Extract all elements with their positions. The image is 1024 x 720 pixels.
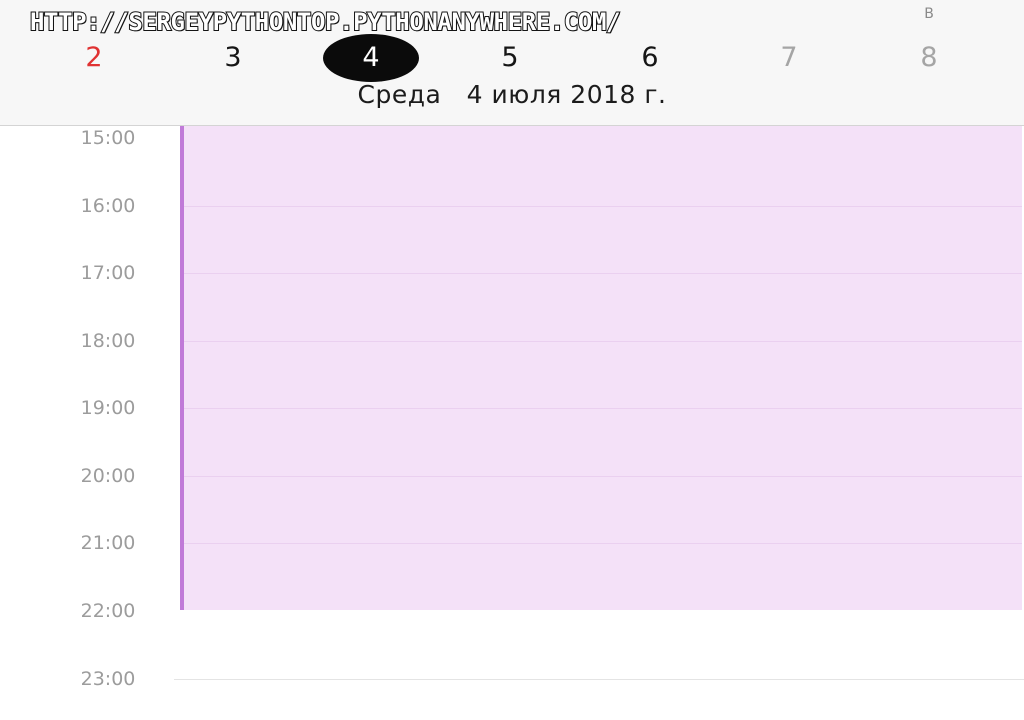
hour-label: 17:00 bbox=[80, 262, 136, 284]
hour-row: 19:00 bbox=[0, 397, 1024, 419]
hour-row: 16:00 bbox=[0, 195, 1024, 217]
hour-row: 23:00 bbox=[0, 668, 1024, 690]
day-button-3[interactable]: 3 bbox=[185, 34, 281, 82]
day-timeline[interactable]: 15:00 16:00 17:00 18:00 19:00 20:00 21:0… bbox=[0, 126, 1024, 720]
week-day-strip: 2 3 4 5 6 7 8 bbox=[0, 32, 1024, 84]
weekday-label: В bbox=[924, 6, 934, 22]
hour-label: 19:00 bbox=[80, 397, 136, 419]
day-button-4[interactable]: 4 bbox=[323, 34, 419, 82]
day-number: 3 bbox=[224, 42, 242, 73]
hour-label: 21:00 bbox=[80, 532, 136, 554]
hour-label: 20:00 bbox=[80, 465, 136, 487]
hour-gridline bbox=[174, 679, 1024, 680]
day-button-2[interactable]: 2 bbox=[46, 34, 142, 82]
day-number: 7 bbox=[780, 42, 798, 73]
hour-row: 20:00 bbox=[0, 465, 1024, 487]
hour-row: 21:00 bbox=[0, 532, 1024, 554]
hour-label: 16:00 bbox=[80, 195, 136, 217]
selected-date-title: Среда 4 июля 2018 г. bbox=[357, 80, 667, 109]
hour-label: 22:00 bbox=[80, 600, 136, 622]
hour-row: 15:00 bbox=[0, 127, 1024, 149]
calendar-app: В 2 3 4 5 6 7 8 Среда 4 июля 2018 г. HTT… bbox=[0, 0, 1024, 720]
day-number: 6 bbox=[641, 42, 659, 73]
day-number: 8 bbox=[920, 42, 938, 73]
day-button-6[interactable]: 6 bbox=[602, 34, 698, 82]
day-number: 4 bbox=[362, 42, 380, 73]
day-button-8[interactable]: 8 bbox=[881, 34, 977, 82]
url-watermark: HTTP://SERGEYPYTHONTOP.PYTHONANYWHERE.CO… bbox=[29, 7, 621, 37]
calendar-event-block[interactable] bbox=[180, 126, 1022, 610]
hour-label: 23:00 bbox=[80, 668, 136, 690]
day-button-5[interactable]: 5 bbox=[462, 34, 558, 82]
hour-label: 18:00 bbox=[80, 330, 136, 352]
day-number: 2 bbox=[85, 42, 103, 73]
hour-label: 15:00 bbox=[80, 127, 136, 149]
hour-row: 22:00 bbox=[0, 600, 1024, 622]
hour-row: 17:00 bbox=[0, 262, 1024, 284]
hour-row: 18:00 bbox=[0, 330, 1024, 352]
day-number: 5 bbox=[501, 42, 519, 73]
day-button-7[interactable]: 7 bbox=[741, 34, 837, 82]
